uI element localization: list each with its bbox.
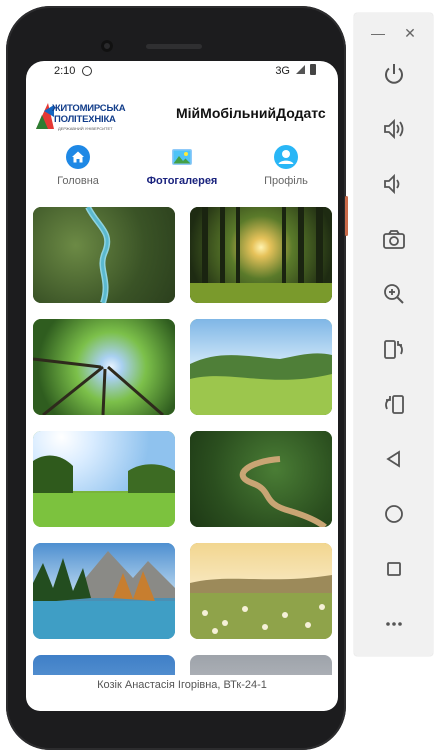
home-circle-icon	[385, 505, 403, 523]
rotate-left-icon	[384, 340, 403, 359]
emulator-controls: — ✕	[354, 13, 433, 656]
volume-down-icon	[384, 173, 400, 195]
device-frame: 2:10 3G ЖИТОМИРСЬКА ПОЛІТЕХНІКА ДЕРЖАВНИ…	[6, 6, 348, 750]
zoom-button[interactable]	[379, 279, 409, 309]
battery-icon	[310, 64, 316, 75]
home-icon	[66, 145, 90, 169]
profile-icon	[274, 145, 298, 169]
logo-line-1: ЖИТОМИРСЬКА	[52, 103, 126, 114]
rotate-right-icon	[385, 395, 404, 414]
power-side-button	[345, 196, 348, 236]
signal-icon	[296, 65, 305, 74]
tab-gallery-label: Фотогалерея	[146, 175, 218, 187]
power-icon	[385, 64, 403, 84]
volume-down-button[interactable]	[379, 169, 409, 199]
network-type: 3G	[275, 65, 290, 77]
more-icon	[386, 622, 402, 626]
gallery-icon	[172, 149, 192, 165]
home-button[interactable]	[379, 499, 409, 529]
minimize-icon[interactable]: —	[368, 23, 388, 43]
tab-profile-label: Профіль	[264, 175, 308, 187]
tab-bar: Головна Фотогалерея Профіль	[26, 145, 338, 193]
volume-up-button[interactable]	[379, 114, 409, 144]
gallery-photo[interactable]	[33, 319, 175, 415]
logo-line-2: ПОЛІТЕХНІКА	[54, 114, 116, 125]
status-time: 2:10	[54, 65, 76, 77]
rotate-left-button[interactable]	[379, 334, 409, 364]
status-bar: 2:10 3G	[26, 61, 338, 81]
volume-up-icon	[384, 118, 404, 140]
phone-screen: 2:10 3G ЖИТОМИРСЬКА ПОЛІТЕХНІКА ДЕРЖАВНИ…	[26, 61, 338, 711]
more-button[interactable]	[379, 609, 409, 639]
tab-home[interactable]: Головна	[30, 145, 126, 193]
zoom-icon	[384, 284, 404, 304]
overview-icon	[387, 562, 401, 576]
close-icon[interactable]: ✕	[400, 23, 420, 43]
logo-tagline: ДЕРЖАВНИЙ УНІВЕРСИТЕТ	[58, 126, 113, 131]
tab-profile[interactable]: Профіль	[238, 145, 334, 193]
power-button[interactable]	[379, 59, 409, 89]
earpiece-speaker	[146, 44, 202, 49]
university-logo: ЖИТОМИРСЬКА ПОЛІТЕХНІКА ДЕРЖАВНИЙ УНІВЕР…	[34, 101, 134, 135]
overview-button[interactable]	[379, 554, 409, 584]
gallery-photo[interactable]	[190, 431, 332, 527]
gallery-photo[interactable]	[33, 543, 175, 639]
gallery-photo[interactable]	[33, 655, 175, 675]
screenshot-button[interactable]	[379, 224, 409, 254]
gallery-photo[interactable]	[190, 207, 332, 303]
gallery-photo[interactable]	[33, 431, 175, 527]
gallery-photo[interactable]	[190, 319, 332, 415]
camera-icon	[383, 230, 405, 249]
gallery-photo[interactable]	[33, 207, 175, 303]
app-title: МійМобільнийДодатс	[176, 105, 326, 121]
gallery-photo[interactable]	[190, 655, 332, 675]
rotate-right-button[interactable]	[379, 389, 409, 419]
tab-home-label: Головна	[57, 175, 99, 187]
back-icon	[386, 450, 400, 468]
photo-gallery	[26, 207, 338, 675]
front-camera	[101, 40, 113, 52]
app-header: ЖИТОМИРСЬКА ПОЛІТЕХНІКА ДЕРЖАВНИЙ УНІВЕР…	[26, 97, 338, 137]
back-button[interactable]	[379, 444, 409, 474]
footer-credit: Козік Анастасія Ігорівна, ВТк-24-1	[97, 679, 267, 691]
gallery-photo[interactable]	[190, 543, 332, 639]
do-not-disturb-icon	[82, 66, 92, 76]
tab-gallery[interactable]: Фотогалерея	[134, 145, 230, 193]
